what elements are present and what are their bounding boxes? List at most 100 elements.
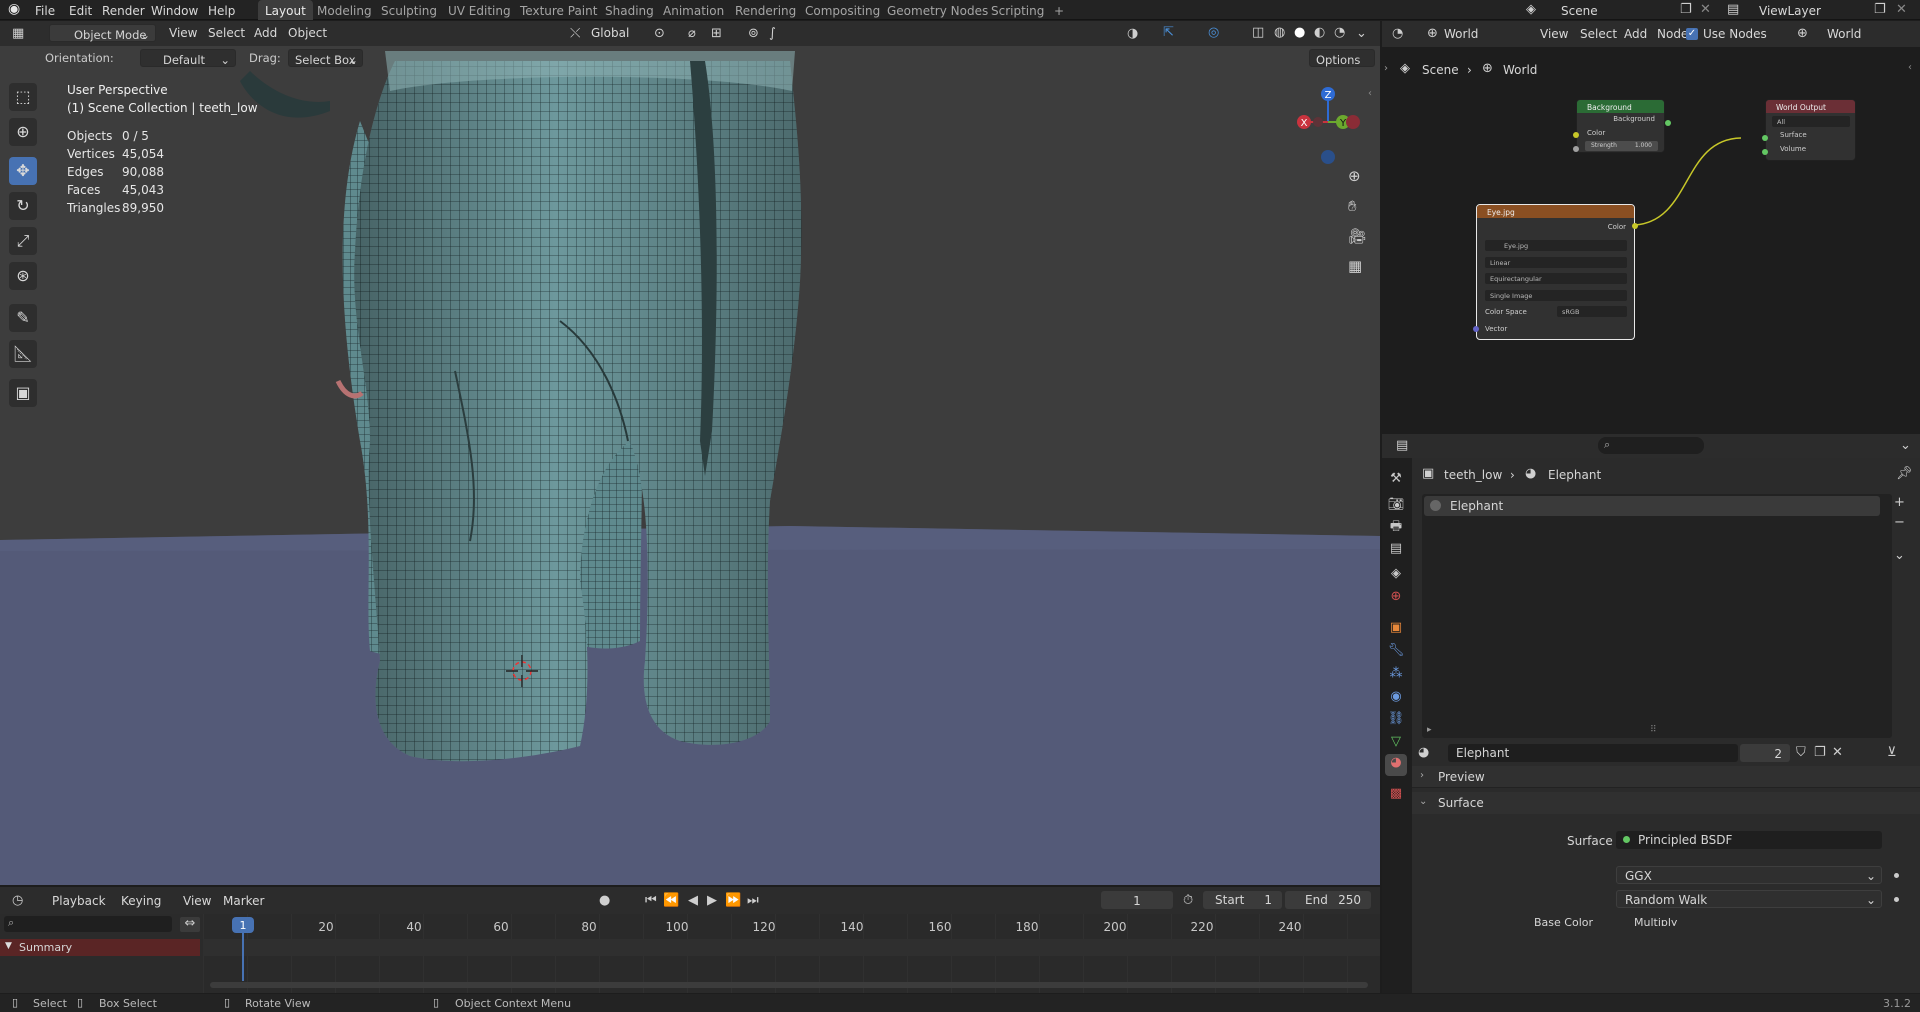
- background-strength-socket[interactable]: [1573, 146, 1579, 152]
- properties-editor-type-icon[interactable]: ▤: [1396, 439, 1408, 452]
- viewlayer-icon[interactable]: ▤: [1727, 3, 1739, 16]
- image-file-field[interactable]: Eye.jpg: [1485, 240, 1627, 251]
- constraints-tab-icon[interactable]: ⛓︎: [1387, 710, 1405, 728]
- render-tab-icon[interactable]: 📷︎: [1387, 496, 1405, 514]
- subsurface-method-dropdown[interactable]: Random Walk ⌄: [1616, 890, 1882, 908]
- sidebar-toggle-icon[interactable]: ‹: [1368, 89, 1372, 99]
- environment-texture-node[interactable]: Eye.jpg Color Eye.jpg Linear Equirectang…: [1476, 204, 1635, 340]
- viewlayer-selector[interactable]: ViewLayer: [1759, 4, 1821, 18]
- remove-slot-icon[interactable]: −: [1894, 516, 1905, 529]
- surface-panel-header[interactable]: ⌄ Surface: [1412, 792, 1920, 814]
- jump-end-icon[interactable]: ⏭: [747, 894, 759, 907]
- texture-tab-icon[interactable]: ▩: [1387, 785, 1405, 803]
- material-tab-icon[interactable]: ◕: [1385, 754, 1407, 776]
- menu-edit[interactable]: Edit: [69, 4, 92, 18]
- playhead[interactable]: 1: [232, 917, 254, 933]
- material-browse-icon[interactable]: ◕: [1418, 746, 1429, 759]
- overlay-toggle-icon[interactable]: ◎: [1208, 26, 1219, 39]
- output-target-dropdown[interactable]: All: [1772, 116, 1850, 127]
- ortho-toggle-icon[interactable]: ▦: [1348, 259, 1362, 274]
- output-surface-socket[interactable]: [1762, 135, 1768, 141]
- tab-scripting[interactable]: Scripting: [984, 0, 1051, 20]
- snap-icon[interactable]: ⌀: [688, 27, 696, 40]
- world-tab-icon[interactable]: ⊕: [1387, 588, 1405, 606]
- viewport-menu-add[interactable]: Add: [254, 27, 277, 39]
- list-expand-icon[interactable]: ▸: [1427, 726, 1432, 735]
- tab-geometry-nodes[interactable]: Geometry Nodes: [880, 0, 995, 20]
- tab-layout[interactable]: Layout: [258, 0, 313, 20]
- next-keyframe-icon[interactable]: ⏩: [725, 894, 741, 907]
- viewport-menu-view[interactable]: View: [169, 27, 197, 39]
- viewport-3d[interactable]: ▦ Object Mode ⌄ View Select Add Object ⤬ …: [0, 21, 1380, 885]
- rendered-shading-icon[interactable]: ◔: [1334, 26, 1345, 39]
- colorspace-dropdown[interactable]: sRGB: [1557, 306, 1627, 317]
- properties-search-input[interactable]: ⌕: [1598, 437, 1704, 454]
- transform-orientation-dropdown[interactable]: Global: [591, 27, 629, 39]
- list-resize-handle-icon[interactable]: ⠿: [1650, 726, 1657, 735]
- output-volume-socket[interactable]: [1762, 149, 1768, 155]
- surface-shader-field[interactable]: Principled BSDF: [1616, 831, 1882, 849]
- data-tab-icon[interactable]: ▽: [1387, 733, 1405, 751]
- properties-breadcrumb-object[interactable]: teeth_low: [1444, 469, 1502, 481]
- jump-start-icon[interactable]: ⏮: [645, 894, 657, 907]
- add-slot-icon[interactable]: +: [1894, 496, 1905, 509]
- menu-render[interactable]: Render: [102, 4, 145, 18]
- timeline-marker-menu[interactable]: Marker: [223, 895, 264, 907]
- properties-breadcrumb-material[interactable]: Elephant: [1548, 469, 1601, 481]
- tool-tab-icon[interactable]: ⚒: [1387, 470, 1405, 488]
- cursor-tool-icon[interactable]: ⊕: [9, 118, 37, 146]
- proportional-edit-icon[interactable]: ⊚: [748, 27, 759, 40]
- end-frame-field[interactable]: End 250: [1285, 891, 1371, 909]
- tab-uv-editing[interactable]: UV Editing: [441, 0, 518, 20]
- tab-rendering[interactable]: Rendering: [728, 0, 803, 20]
- distribution-dropdown[interactable]: GGX ⌄: [1616, 866, 1882, 884]
- material-users-count[interactable]: 2: [1740, 744, 1790, 762]
- options-button[interactable]: Options: [1309, 49, 1375, 67]
- background-out-socket[interactable]: [1665, 120, 1671, 126]
- particles-tab-icon[interactable]: ⁂: [1387, 665, 1405, 683]
- image-color-socket[interactable]: [1632, 223, 1638, 229]
- current-frame-field[interactable]: 1: [1101, 891, 1173, 909]
- timeline-view-menu[interactable]: View: [183, 895, 211, 907]
- menu-help[interactable]: Help: [208, 4, 235, 18]
- timeline-editor-type-icon[interactable]: ◷: [12, 894, 23, 907]
- interpolation-dropdown[interactable]: Linear: [1485, 257, 1627, 268]
- node-editor[interactable]: ◔ ⊕ World View Select Add Node ✓ Use Nod…: [1382, 21, 1920, 432]
- prev-keyframe-icon[interactable]: ⏪: [663, 894, 679, 907]
- swap-icon[interactable]: ⇔: [180, 917, 200, 932]
- new-viewlayer-icon[interactable]: ❐: [1874, 3, 1886, 16]
- material-slot-item[interactable]: Elephant: [1424, 496, 1880, 516]
- material-name-field[interactable]: Elephant: [1448, 744, 1738, 762]
- new-scene-icon[interactable]: ❐: [1680, 3, 1692, 16]
- tab-compositing[interactable]: Compositing: [798, 0, 887, 20]
- add-workspace-button[interactable]: +: [1047, 0, 1071, 20]
- transform-orientation-icon[interactable]: ⤬: [570, 27, 580, 40]
- summary-channel[interactable]: ▼ Summary: [0, 939, 200, 956]
- select-box-tool-icon[interactable]: ⬚: [9, 83, 37, 111]
- wireframe-shading-icon[interactable]: ◍: [1274, 26, 1285, 39]
- material-slot-list[interactable]: [1422, 494, 1892, 738]
- delete-scene-icon[interactable]: ✕: [1700, 3, 1711, 16]
- blender-logo-icon[interactable]: ◉: [8, 2, 20, 16]
- subsurface-dot[interactable]: [1894, 897, 1899, 902]
- preview-panel[interactable]: › Preview: [1412, 766, 1920, 788]
- physics-tab-icon[interactable]: ◉: [1387, 688, 1405, 706]
- world-output-node[interactable]: World Output All Surface Volume: [1765, 99, 1856, 161]
- background-node[interactable]: Background Background Color Strength 1.0…: [1576, 99, 1665, 153]
- timeline-search-input[interactable]: ⌕: [4, 916, 172, 932]
- tab-modeling[interactable]: Modeling: [310, 0, 379, 20]
- preview-range-icon[interactable]: ⏱: [1183, 894, 1193, 907]
- pin-icon[interactable]: 📌︎: [1896, 467, 1913, 480]
- scale-tool-icon[interactable]: ⤢: [9, 227, 37, 255]
- pan-view-icon[interactable]: ✋︎: [1348, 199, 1357, 214]
- measure-tool-icon[interactable]: 📐︎: [9, 340, 37, 368]
- object-tab-icon[interactable]: ▣: [1387, 619, 1405, 637]
- gizmo-toggle-icon[interactable]: ⇱: [1163, 26, 1174, 39]
- transform-tool-icon[interactable]: ⊛: [9, 262, 37, 290]
- timeline-keying-menu[interactable]: Keying: [121, 895, 161, 907]
- background-color-socket[interactable]: [1573, 132, 1579, 138]
- camera-view-icon[interactable]: 🎥︎: [1348, 229, 1367, 244]
- menu-window[interactable]: Window: [151, 4, 198, 18]
- output-tab-icon[interactable]: 🖶︎: [1387, 518, 1405, 536]
- tab-animation[interactable]: Animation: [656, 0, 731, 20]
